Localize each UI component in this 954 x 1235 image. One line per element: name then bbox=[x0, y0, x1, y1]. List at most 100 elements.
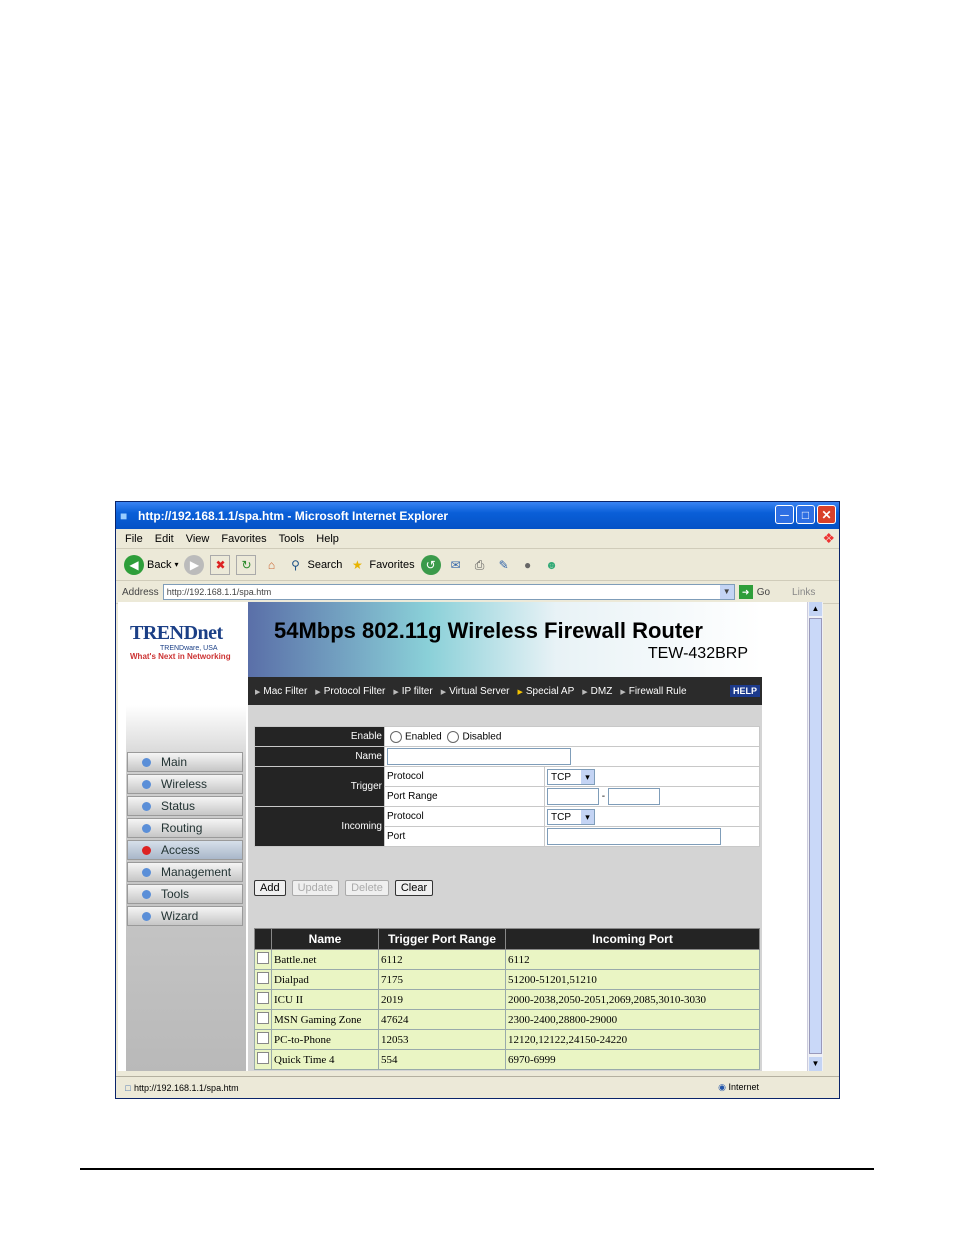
cell-name: MSN Gaming Zone bbox=[271, 1009, 379, 1030]
incoming-protocol-select[interactable]: TCP bbox=[547, 808, 595, 825]
cell-incoming: 2300-2400,28800-29000 bbox=[505, 1009, 760, 1030]
tab-virtual-server[interactable]: Virtual Server bbox=[441, 686, 509, 697]
nav-routing[interactable]: Routing bbox=[127, 818, 243, 838]
menu-tools[interactable]: Tools bbox=[279, 533, 305, 545]
address-input[interactable]: http://192.168.1.1/spa.htm ▼ bbox=[162, 584, 735, 600]
nav-status[interactable]: Status bbox=[127, 796, 243, 816]
nav-wizard[interactable]: Wizard bbox=[127, 906, 243, 926]
trigger-port-start-input[interactable] bbox=[547, 788, 599, 805]
home-icon[interactable]: ⌂ bbox=[262, 556, 280, 574]
name-label: Name bbox=[254, 746, 385, 767]
main-pane: 54Mbps 802.11g Wireless Firewall Router … bbox=[248, 602, 762, 1071]
tab-special-ap[interactable]: Special AP bbox=[518, 686, 574, 697]
history-icon[interactable]: ↺ bbox=[420, 554, 441, 575]
cell-incoming: 6970-6999 bbox=[505, 1049, 760, 1070]
back-button[interactable]: ◀ Back ▾ bbox=[124, 554, 178, 575]
tab-ip-filter[interactable]: IP filter bbox=[393, 686, 433, 697]
minimize-button[interactable]: ─ bbox=[775, 505, 794, 524]
refresh-icon[interactable]: ↻ bbox=[236, 554, 257, 575]
name-input[interactable] bbox=[387, 748, 571, 765]
cell-name: Quick Time 4 bbox=[271, 1049, 379, 1070]
forward-button[interactable]: ▶ bbox=[184, 554, 205, 575]
cell-trigger: 47624 bbox=[378, 1009, 506, 1030]
table-row[interactable]: MSN Gaming Zone 47624 2300-2400,28800-29… bbox=[254, 1009, 760, 1030]
table-row[interactable]: ICU II 2019 2000-2038,2050-2051,2069,208… bbox=[254, 989, 760, 1010]
nav-access[interactable]: Access bbox=[127, 840, 243, 860]
scroll-up-icon[interactable]: ▲ bbox=[809, 602, 822, 616]
enabled-radio[interactable] bbox=[390, 730, 402, 743]
vertical-scrollbar[interactable]: ▲ ▼ bbox=[807, 602, 823, 1071]
search-button[interactable]: ⚲ Search bbox=[286, 556, 342, 574]
tab-firewall-rule[interactable]: Firewall Rule bbox=[620, 686, 687, 697]
update-button[interactable]: Update bbox=[291, 880, 340, 896]
stop-icon[interactable]: ✖ bbox=[210, 554, 231, 575]
menu-view[interactable]: View bbox=[186, 533, 210, 545]
address-url: http://192.168.1.1/spa.htm bbox=[166, 587, 272, 597]
status-bar: □ http://192.168.1.1/spa.htm ◉ Internet bbox=[116, 1076, 839, 1098]
nav-wireless[interactable]: Wireless bbox=[127, 774, 243, 794]
nav-label: Main bbox=[161, 755, 188, 769]
chevron-down-icon[interactable]: ▼ bbox=[719, 585, 734, 599]
delete-button[interactable]: Delete bbox=[345, 880, 389, 896]
row-checkbox[interactable] bbox=[257, 972, 269, 984]
incoming-port-input[interactable] bbox=[547, 828, 721, 845]
scroll-down-icon[interactable]: ▼ bbox=[809, 1057, 822, 1071]
search-label: Search bbox=[307, 558, 343, 571]
favorites-button[interactable]: ★ Favorites bbox=[348, 556, 415, 574]
col-name: Name bbox=[271, 928, 379, 950]
trigger-port-end-input[interactable] bbox=[607, 788, 660, 805]
scroll-thumb[interactable] bbox=[809, 618, 822, 1054]
table-row[interactable]: Dialpad 7175 51200-51201,51210 bbox=[254, 969, 760, 990]
row-checkbox[interactable] bbox=[257, 1032, 269, 1044]
table-row[interactable]: Quick Time 4 554 6970-6999 bbox=[254, 1049, 760, 1070]
row-checkbox[interactable] bbox=[257, 952, 269, 964]
browser-window: ■ http://192.168.1.1/spa.htm - Microsoft… bbox=[115, 501, 840, 1099]
trigger-protocol-select[interactable]: TCP bbox=[547, 768, 595, 785]
nav-main[interactable]: Main bbox=[127, 752, 243, 772]
bullet-icon bbox=[142, 757, 151, 767]
links-button[interactable]: Links bbox=[792, 587, 815, 598]
globe-icon: ◉ bbox=[718, 1082, 726, 1092]
menu-help[interactable]: Help bbox=[316, 533, 339, 545]
mail-icon[interactable]: ✉ bbox=[447, 556, 465, 574]
tab-mac-filter[interactable]: Mac Filter bbox=[255, 686, 307, 697]
go-button[interactable]: Go bbox=[757, 587, 770, 598]
menu-edit[interactable]: Edit bbox=[155, 533, 174, 545]
banner-model: TEW-432BRP bbox=[647, 645, 748, 662]
add-button[interactable]: Add bbox=[254, 880, 286, 896]
status-url: http://192.168.1.1/spa.htm bbox=[134, 1082, 239, 1093]
discuss-icon[interactable]: ● bbox=[519, 556, 537, 574]
tab-protocol-filter[interactable]: Protocol Filter bbox=[315, 686, 386, 697]
cell-incoming: 12120,12122,24150-24220 bbox=[505, 1029, 760, 1050]
cell-trigger: 7175 bbox=[378, 969, 506, 990]
close-button[interactable]: ✕ bbox=[817, 505, 836, 524]
disabled-radio[interactable] bbox=[447, 730, 460, 743]
tab-dmz[interactable]: DMZ bbox=[582, 686, 613, 697]
row-checkbox[interactable] bbox=[257, 1012, 269, 1024]
zone-label: Internet bbox=[728, 1082, 759, 1092]
messenger-icon[interactable]: ☻ bbox=[543, 556, 561, 574]
disabled-label: Disabled bbox=[462, 731, 502, 743]
menu-favorites[interactable]: Favorites bbox=[221, 533, 266, 545]
row-checkbox[interactable] bbox=[257, 1052, 269, 1064]
maximize-button[interactable]: □ bbox=[796, 505, 815, 524]
clear-button[interactable]: Clear bbox=[394, 880, 434, 896]
nav-management[interactable]: Management bbox=[127, 862, 243, 882]
print-icon[interactable]: ⎙ bbox=[471, 556, 489, 574]
back-label: Back bbox=[147, 558, 172, 571]
enabled-label: Enabled bbox=[405, 731, 442, 743]
nav-tools[interactable]: Tools bbox=[127, 884, 243, 904]
dash: - bbox=[601, 791, 606, 803]
menu-file[interactable]: File bbox=[125, 533, 143, 545]
sub-tabs: Mac Filter Protocol Filter IP filter Vir… bbox=[248, 677, 762, 705]
cell-trigger: 2019 bbox=[378, 989, 506, 1010]
left-pane: TRENDnet TRENDware, USA What's Next in N… bbox=[126, 602, 246, 1071]
side-nav: Main Wireless Status Routing Access Mana… bbox=[127, 752, 243, 928]
col-incoming-port: Incoming Port bbox=[505, 928, 760, 950]
go-arrow-icon[interactable]: ➜ bbox=[738, 585, 753, 599]
help-button[interactable]: HELP bbox=[729, 685, 760, 697]
table-row[interactable]: PC-to-Phone 12053 12120,12122,24150-2422… bbox=[254, 1029, 760, 1050]
edit-icon[interactable]: ✎ bbox=[495, 556, 513, 574]
row-checkbox[interactable] bbox=[257, 992, 269, 1004]
table-row[interactable]: Battle.net 6112 6112 bbox=[254, 949, 760, 970]
